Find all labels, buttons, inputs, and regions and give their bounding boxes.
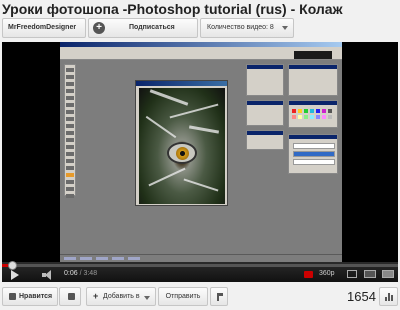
like-button[interactable]: Нравится (2, 287, 58, 306)
video-title: Уроки фотошопа -Photoshop tutorial (rus)… (2, 1, 343, 17)
duration: 3:48 (83, 270, 98, 277)
layers-panel (288, 134, 338, 174)
document-window[interactable] (135, 80, 228, 206)
bar-chart-icon (385, 293, 394, 301)
volume-icon[interactable] (42, 270, 54, 280)
chevron-down-icon (282, 26, 288, 30)
add-to-label: Добавить в (103, 293, 140, 300)
progress-handle[interactable] (8, 261, 17, 270)
video-count-label: Количество видео: 8 (207, 24, 274, 31)
eye-graphic (167, 142, 197, 164)
info-panel (288, 64, 338, 96)
fullscreen-icon[interactable] (382, 270, 394, 278)
subscribe-button[interactable]: + Подписаться (88, 18, 198, 38)
channel-name-button[interactable]: MrFreedomDesigner (2, 18, 86, 38)
large-player-icon[interactable] (364, 270, 376, 278)
popout-icon[interactable] (347, 270, 357, 278)
app-taskbar (60, 254, 342, 262)
plus-icon: + (93, 291, 99, 301)
channel-bar: MrFreedomDesigner + Подписаться Количест… (2, 18, 398, 40)
add-to-button[interactable]: + Добавить в (86, 287, 156, 306)
flag-icon (217, 293, 223, 301)
video-count-dropdown[interactable]: Количество видео: 8 (200, 18, 294, 38)
time-display: 0:06 / 3:48 (64, 268, 97, 280)
quality-selector[interactable]: 360p (319, 268, 335, 280)
plus-icon: + (93, 22, 105, 34)
document-canvas[interactable] (139, 88, 225, 204)
captions-icon[interactable] (304, 271, 313, 278)
toolbox-panel (64, 64, 76, 198)
color-panel (246, 100, 284, 126)
flag-button[interactable] (210, 287, 228, 306)
dislike-button[interactable] (59, 287, 81, 306)
thumbs-up-icon (9, 293, 16, 300)
action-bar: Нравится + Добавить в Отправить 1654 (2, 287, 398, 307)
thumbs-down-icon (68, 293, 75, 300)
navigator-panel (246, 64, 284, 96)
flashback-panel (294, 51, 332, 59)
like-label: Нравится (19, 293, 53, 300)
chevron-down-icon (144, 296, 150, 300)
stats-button[interactable] (379, 287, 398, 306)
progress-bar[interactable] (2, 261, 398, 270)
history-panel (246, 130, 284, 150)
play-icon[interactable] (11, 270, 19, 280)
video-frame[interactable] (60, 42, 342, 262)
video-player[interactable]: 0:06 / 3:48 360p (2, 42, 398, 282)
player-controls: 0:06 / 3:48 360p (2, 261, 398, 282)
document-title-bar (136, 81, 227, 86)
swatches-panel (288, 100, 338, 128)
view-count: 1654 (347, 289, 376, 304)
subscribe-label: Подписаться (129, 24, 175, 31)
share-button[interactable]: Отправить (158, 287, 208, 306)
current-time: 0:06 (64, 270, 78, 277)
